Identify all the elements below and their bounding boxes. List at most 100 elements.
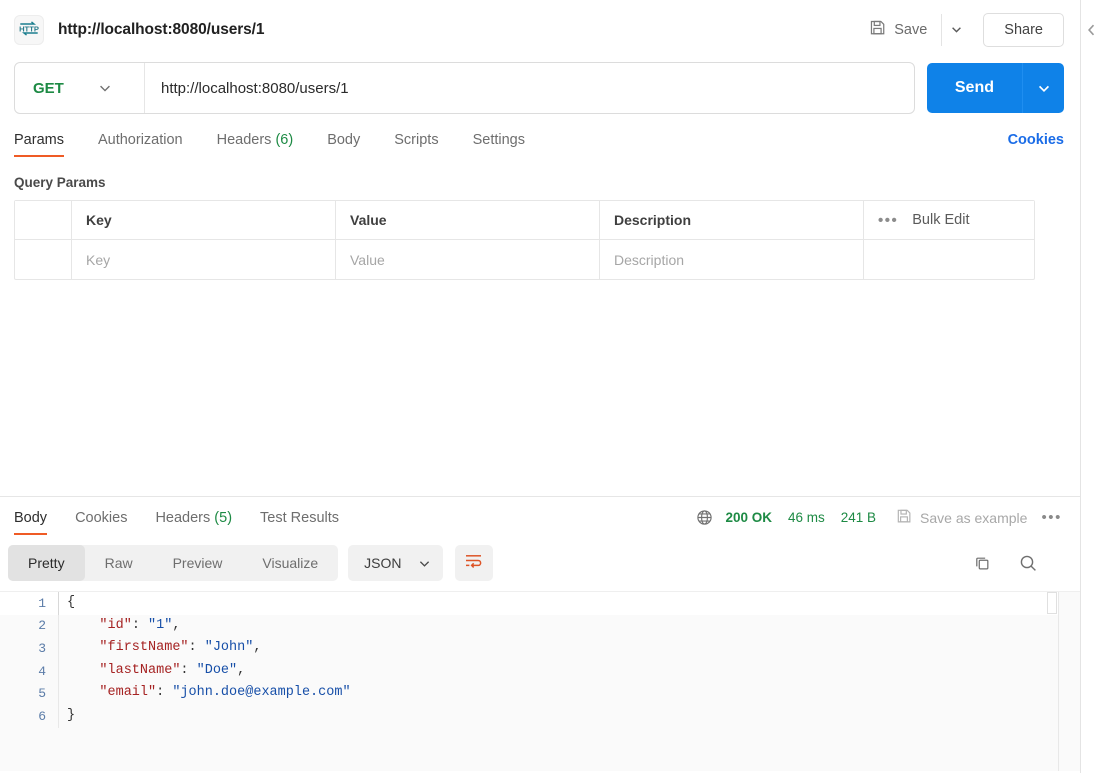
line-number: 6 (38, 708, 46, 724)
table-row: Key Value Description (15, 240, 1034, 279)
response-tab-test-results[interactable]: Test Results (260, 510, 339, 535)
row-checkbox-cell[interactable] (15, 240, 72, 279)
tab-label: Body (14, 510, 48, 526)
code-line: 3 "firstName": "John", (0, 637, 1058, 660)
method-select[interactable]: GET (15, 63, 145, 113)
line-number: 1 (38, 595, 46, 611)
response-tabs: Body Cookies Headers (5) Test Results 20… (0, 497, 1080, 535)
code-line-content[interactable]: "id": "1", (58, 614, 1058, 638)
cookies-link[interactable]: Cookies (1008, 132, 1064, 157)
request-title: http://localhost:8080/users/1 (58, 20, 265, 38)
row-description-input[interactable]: Description (600, 240, 864, 279)
header-bulk-cell: ••• Bulk Edit (864, 201, 1034, 239)
url-input[interactable] (145, 63, 914, 113)
save-label: Save (894, 21, 928, 38)
tab-count-badge: (5) (214, 510, 233, 526)
response-meta: 200 OK 46 ms 241 B Save as example ••• (696, 508, 1066, 535)
header-description: Description (600, 201, 864, 239)
response-size: 241 B (840, 510, 877, 525)
response-tab-headers[interactable]: Headers (5) (155, 510, 232, 535)
view-mode-raw[interactable]: Raw (85, 545, 153, 581)
view-mode-pretty[interactable]: Pretty (8, 545, 85, 581)
response-tab-cookies[interactable]: Cookies (75, 510, 127, 535)
response-view-mode-group: Pretty Raw Preview Visualize (8, 545, 339, 581)
tab-params[interactable]: Params (14, 132, 64, 157)
send-button[interactable]: Send (926, 63, 1022, 113)
search-icon[interactable] (1018, 553, 1038, 573)
table-header-row: Key Value Description ••• Bulk Edit (15, 201, 1034, 240)
svg-text:HTTP: HTTP (19, 24, 39, 33)
chevron-down-icon (98, 81, 112, 95)
share-button[interactable]: Share (983, 12, 1064, 47)
language-label: JSON (364, 555, 402, 571)
line-number: 5 (38, 686, 46, 702)
tab-scripts[interactable]: Scripts (394, 132, 438, 157)
more-options-icon[interactable]: ••• (878, 212, 898, 229)
response-tab-body[interactable]: Body (14, 510, 48, 535)
query-params-title: Query Params (14, 175, 106, 190)
http-icon: HTTP (14, 14, 44, 45)
request-tabs: Params Authorization Headers (6) Body Sc… (0, 117, 1080, 157)
view-mode-preview[interactable]: Preview (153, 545, 243, 581)
code-line-content[interactable]: { (58, 592, 1058, 615)
tab-label: Headers (155, 510, 211, 526)
save-as-example-button[interactable]: Save as example (896, 508, 1027, 527)
postman-request-view: HTTP http://localhost:8080/users/1 Save (0, 0, 1103, 773)
send-options-chevron-down-icon[interactable] (1022, 63, 1064, 113)
send-button-group: Send (926, 63, 1064, 113)
save-button[interactable]: Save (865, 14, 933, 46)
tab-label: Params (14, 132, 64, 148)
header-value: Value (336, 201, 600, 239)
right-sidebar-rail (1081, 0, 1103, 773)
globe-icon[interactable] (696, 509, 713, 526)
row-key-input[interactable]: Key (72, 240, 336, 279)
code-line-content[interactable]: } (58, 704, 1058, 728)
response-toolbar-actions (973, 553, 1066, 573)
response-view-toolbar: Pretty Raw Preview Visualize JSON (0, 535, 1080, 589)
top-bar: HTTP http://localhost:8080/users/1 Save (0, 0, 1080, 59)
tab-headers[interactable]: Headers (6) (217, 132, 294, 157)
tab-label: Authorization (97, 132, 183, 148)
query-params-table: Key Value Description ••• Bulk Edit Key … (14, 200, 1035, 280)
code-lines-container: 1{2 "id": "1", 3 "firstName": "John", 4 "l… (0, 592, 1058, 728)
url-row: GET Send (0, 59, 1080, 117)
collapse-panel-chevron-left-icon[interactable] (1085, 22, 1098, 38)
code-line-content[interactable]: "lastName": "Doe", (58, 659, 1058, 683)
code-line: 1{ (0, 592, 1058, 615)
tab-label: Settings (472, 132, 525, 148)
tab-label: Body (327, 132, 361, 148)
tab-label: Headers (216, 132, 272, 148)
row-actions-cell (864, 240, 1034, 279)
row-value-input[interactable]: Value (336, 240, 600, 279)
tab-label: Test Results (260, 510, 340, 526)
code-line: 2 "id": "1", (0, 614, 1058, 638)
workspace-panel: HTTP http://localhost:8080/users/1 Save (0, 0, 1081, 773)
method-label: GET (33, 79, 64, 97)
code-line-content[interactable]: "email": "john.doe@example.com" (58, 682, 1058, 705)
response-body-code[interactable]: 1{2 "id": "1", 3 "firstName": "John", 4 "l… (0, 591, 1080, 771)
tab-count-badge: (6) (275, 132, 294, 148)
save-options-chevron-down-icon[interactable] (941, 13, 971, 46)
save-icon (869, 19, 886, 40)
view-mode-visualize[interactable]: Visualize (242, 545, 338, 581)
code-vertical-scrollbar[interactable] (1058, 592, 1059, 771)
header-checkbox-cell (15, 201, 72, 239)
word-wrap-toggle[interactable] (454, 545, 493, 581)
response-language-select[interactable]: JSON (348, 545, 443, 581)
share-label: Share (1004, 21, 1043, 38)
code-line: 6} (0, 704, 1058, 728)
tab-label: Scripts (394, 132, 439, 148)
tab-settings[interactable]: Settings (473, 132, 525, 157)
copy-icon[interactable] (973, 554, 992, 573)
code-line: 4 "lastName": "Doe", (0, 659, 1058, 683)
code-scrollbar-thumb[interactable] (1047, 592, 1057, 614)
line-number: 3 (38, 640, 46, 656)
bulk-edit-button[interactable]: Bulk Edit (912, 212, 969, 228)
response-panel: Body Cookies Headers (5) Test Results 20… (0, 497, 1080, 773)
tab-body[interactable]: Body (327, 132, 360, 157)
chevron-down-icon (418, 557, 431, 570)
response-more-options-icon[interactable]: ••• (1041, 509, 1066, 526)
code-line-content[interactable]: "firstName": "John", (58, 637, 1058, 660)
save-as-example-label: Save as example (920, 509, 1028, 526)
tab-authorization[interactable]: Authorization (98, 132, 183, 157)
